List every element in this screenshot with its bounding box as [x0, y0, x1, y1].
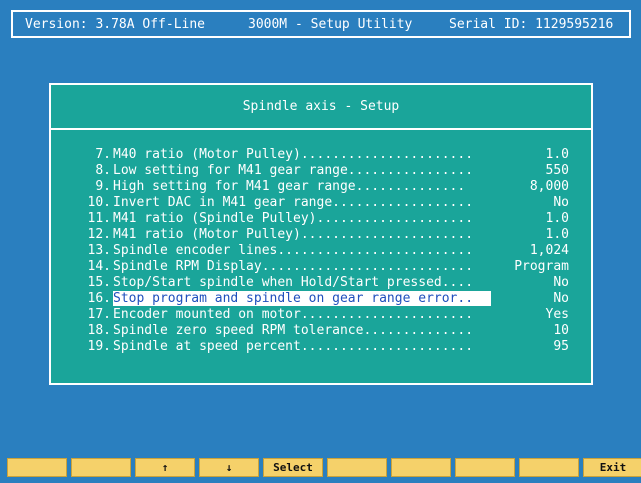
setting-label: M41 ratio (Motor Pulley)................…: [113, 227, 474, 242]
setting-row[interactable]: 9. High setting for M41 gear range.......…: [51, 179, 591, 195]
setting-label: Stop/Start spindle when Hold/Start press…: [113, 275, 474, 290]
setting-row[interactable]: 15. Stop/Start spindle when Hold/Start pr…: [51, 275, 591, 291]
f1-key[interactable]: [7, 458, 67, 477]
setting-row[interactable]: 10. Invert DAC in M41 gear range.........…: [51, 195, 591, 211]
version-label: Version: 3.78A Off-Line: [25, 17, 206, 32]
setting-value: 1.0: [545, 227, 569, 242]
setting-number: 15.: [87, 275, 111, 290]
f9-key[interactable]: [519, 458, 579, 477]
setting-number: 12.: [87, 227, 111, 242]
setting-number: 17.: [87, 307, 111, 322]
app-title: 3000M - Setup Utility: [248, 17, 413, 32]
setting-row[interactable]: 11. M41 ratio (Spindle Pulley)...........…: [51, 211, 591, 227]
setting-number: 7.: [95, 147, 111, 162]
up-arrow-key[interactable]: ↑: [135, 458, 195, 477]
dialog-title: Spindle axis - Setup: [242, 99, 400, 114]
setting-value: 1.0: [545, 211, 569, 226]
setting-value: No: [553, 291, 569, 306]
setting-label: Stop program and spindle on gear range e…: [113, 291, 491, 306]
f2-key[interactable]: [71, 458, 131, 477]
setting-row[interactable]: 12. M41 ratio (Motor Pulley).............…: [51, 227, 591, 243]
setting-row[interactable]: 7. M40 ratio (Motor Pulley)..............…: [51, 147, 591, 163]
setting-number: 13.: [87, 243, 111, 258]
setting-label: Spindle at speed percent................…: [113, 339, 474, 354]
setting-value: No: [553, 195, 569, 210]
setting-value: 8,000: [529, 179, 569, 194]
function-key-bar: ↑ ↓ Select Exit: [0, 458, 641, 478]
down-arrow-key[interactable]: ↓: [199, 458, 259, 477]
spindle-setup-dialog: Spindle axis - Setup 7. M40 ratio (Motor …: [49, 83, 593, 385]
setting-row[interactable]: 8. Low setting for M41 gear range........…: [51, 163, 591, 179]
setting-label: Low setting for M41 gear range..........…: [113, 163, 474, 178]
dialog-title-divider: [51, 128, 591, 130]
setting-number: 8.: [95, 163, 111, 178]
setting-number: 18.: [87, 323, 111, 338]
setting-value: 95: [553, 339, 569, 354]
setting-label: Invert DAC in M41 gear range............…: [113, 195, 474, 210]
setting-row[interactable]: 13. Spindle encoder lines................…: [51, 243, 591, 259]
setting-row[interactable]: 16. Stop program and spindle on gear rang…: [51, 291, 591, 307]
setting-label: M40 ratio (Motor Pulley)................…: [113, 147, 474, 162]
setting-row[interactable]: 17. Encoder mounted on motor.............…: [51, 307, 591, 323]
setting-label: Encoder mounted on motor................…: [113, 307, 474, 322]
title-bar: Version: 3.78A Off-Line 3000M - Setup Ut…: [11, 10, 631, 38]
setting-value: Yes: [545, 307, 569, 322]
setting-number: 10.: [87, 195, 111, 210]
setting-value: Program: [514, 259, 569, 274]
setting-row[interactable]: 19. Spindle at speed percent.............…: [51, 339, 591, 355]
setting-label: Spindle encoder lines...................…: [113, 243, 474, 258]
setting-label: Spindle RPM Display.....................…: [113, 259, 474, 274]
setting-label: Spindle zero speed RPM tolerance........…: [113, 323, 474, 338]
setting-row[interactable]: 18. Spindle zero speed RPM tolerance.....…: [51, 323, 591, 339]
exit-key[interactable]: Exit: [583, 458, 641, 477]
setting-row[interactable]: 14. Spindle RPM Display..................…: [51, 259, 591, 275]
setting-number: 16.: [87, 291, 111, 306]
setting-label: M41 ratio (Spindle Pulley)..............…: [113, 211, 474, 226]
setting-value: 550: [545, 163, 569, 178]
setting-number: 14.: [87, 259, 111, 274]
setting-value: 10: [553, 323, 569, 338]
setting-value: No: [553, 275, 569, 290]
select-key[interactable]: Select: [263, 458, 323, 477]
f7-key[interactable]: [391, 458, 451, 477]
setting-number: 9.: [95, 179, 111, 194]
setting-label: High setting for M41 gear range.........…: [113, 179, 466, 194]
serial-id-label: Serial ID: 1129595216: [449, 17, 614, 32]
f6-key[interactable]: [327, 458, 387, 477]
f8-key[interactable]: [455, 458, 515, 477]
setting-value: 1.0: [545, 147, 569, 162]
setting-number: 19.: [87, 339, 111, 354]
setting-number: 11.: [87, 211, 111, 226]
setting-value: 1,024: [529, 243, 569, 258]
